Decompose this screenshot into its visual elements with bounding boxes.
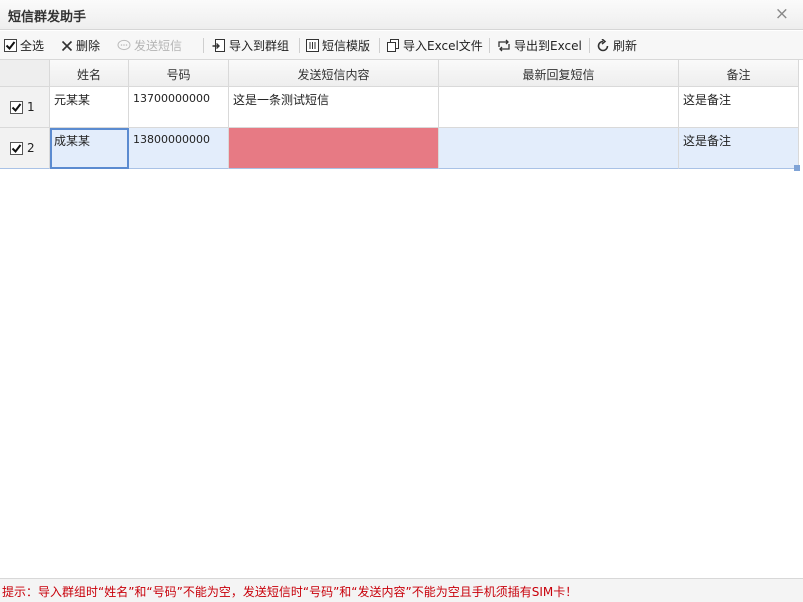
row-selector[interactable]: 1	[0, 87, 50, 128]
toolbar-separator	[489, 38, 490, 53]
toolbar-separator	[379, 38, 380, 53]
header-reply[interactable]: 最新回复短信	[439, 60, 679, 87]
import-excel-label: 导入Excel文件	[403, 39, 483, 53]
cell-note[interactable]: 这是备注	[679, 87, 799, 128]
header-content[interactable]: 发送短信内容	[229, 60, 439, 87]
import-group-button[interactable]: 导入到群组	[212, 37, 289, 54]
header-name[interactable]: 姓名	[50, 60, 129, 87]
toolbar-separator	[589, 38, 590, 53]
sms-template-label: 短信模版	[322, 39, 371, 53]
title-bar: 短信群发助手 ×	[0, 0, 803, 30]
checkbox-checked-icon	[4, 39, 17, 52]
cell-content[interactable]: 这是一条测试短信	[229, 87, 439, 128]
send-sms-button[interactable]: 发送短信	[117, 37, 182, 54]
close-icon[interactable]: ×	[775, 4, 789, 24]
cell-note[interactable]: 这是备注	[679, 128, 799, 169]
copy-icon	[387, 39, 399, 52]
refresh-icon	[597, 38, 609, 51]
delete-label: 删除	[76, 39, 101, 53]
chat-bubble-icon	[117, 39, 131, 51]
table-row[interactable]: 2 成某某 13800000000 这是备注	[0, 128, 799, 169]
row-checkbox[interactable]	[10, 100, 23, 114]
cell-phone[interactable]: 13700000000	[129, 87, 229, 128]
header-note[interactable]: 备注	[679, 60, 799, 87]
window-title: 短信群发助手	[8, 10, 87, 25]
checkmark-icon	[11, 143, 22, 153]
row-checkbox[interactable]	[10, 141, 23, 155]
select-all-label: 全选	[20, 39, 45, 53]
import-group-label: 导入到群组	[229, 39, 290, 53]
import-excel-button[interactable]: 导入Excel文件	[387, 37, 483, 54]
cell-reply[interactable]	[439, 128, 679, 169]
toolbar-separator	[299, 38, 300, 53]
header-phone[interactable]: 号码	[129, 60, 229, 87]
row-index: 2	[27, 141, 35, 155]
sms-template-button[interactable]: 短信模版	[306, 37, 370, 54]
export-excel-label: 导出到Excel	[514, 39, 582, 53]
hint-text: 提示：导入群组时“姓名”和“号码”不能为空，发送短信时“号码”和“发送内容”不能…	[2, 585, 578, 599]
cell-phone[interactable]: 13800000000	[129, 128, 229, 169]
checkmark-icon	[11, 102, 22, 112]
header-rownum	[0, 60, 50, 87]
close-x-icon	[61, 40, 73, 51]
toolbar: 全选 删除 发送短信 导入到群组 短信模版 导入Excel文件 导出到Excel…	[0, 31, 803, 60]
refresh-button[interactable]: 刷新	[596, 37, 637, 54]
row-index: 1	[27, 100, 35, 114]
export-arrows-icon	[498, 39, 510, 52]
cell-content-invalid[interactable]	[229, 128, 439, 169]
cell-reply[interactable]	[439, 87, 679, 128]
row-selector[interactable]: 2	[0, 128, 50, 169]
import-icon	[212, 38, 225, 52]
resize-handle[interactable]	[794, 165, 800, 171]
refresh-label: 刷新	[613, 39, 638, 53]
table-row[interactable]: 1 元某某 13700000000 这是一条测试短信 这是备注	[0, 87, 799, 128]
cell-name[interactable]: 成某某	[50, 128, 129, 169]
send-sms-label: 发送短信	[134, 39, 183, 53]
export-excel-button[interactable]: 导出到Excel	[497, 37, 582, 54]
delete-button[interactable]: 删除	[61, 37, 100, 54]
cell-name[interactable]: 元某某	[50, 87, 129, 128]
toolbar-separator	[203, 38, 204, 53]
template-icon	[306, 39, 319, 52]
select-all-checkbox[interactable]: 全选	[4, 37, 44, 54]
table-header: 姓名 号码 发送短信内容 最新回复短信 备注	[0, 60, 799, 87]
status-bar: 提示：导入群组时“姓名”和“号码”不能为空，发送短信时“号码”和“发送内容”不能…	[0, 578, 803, 602]
